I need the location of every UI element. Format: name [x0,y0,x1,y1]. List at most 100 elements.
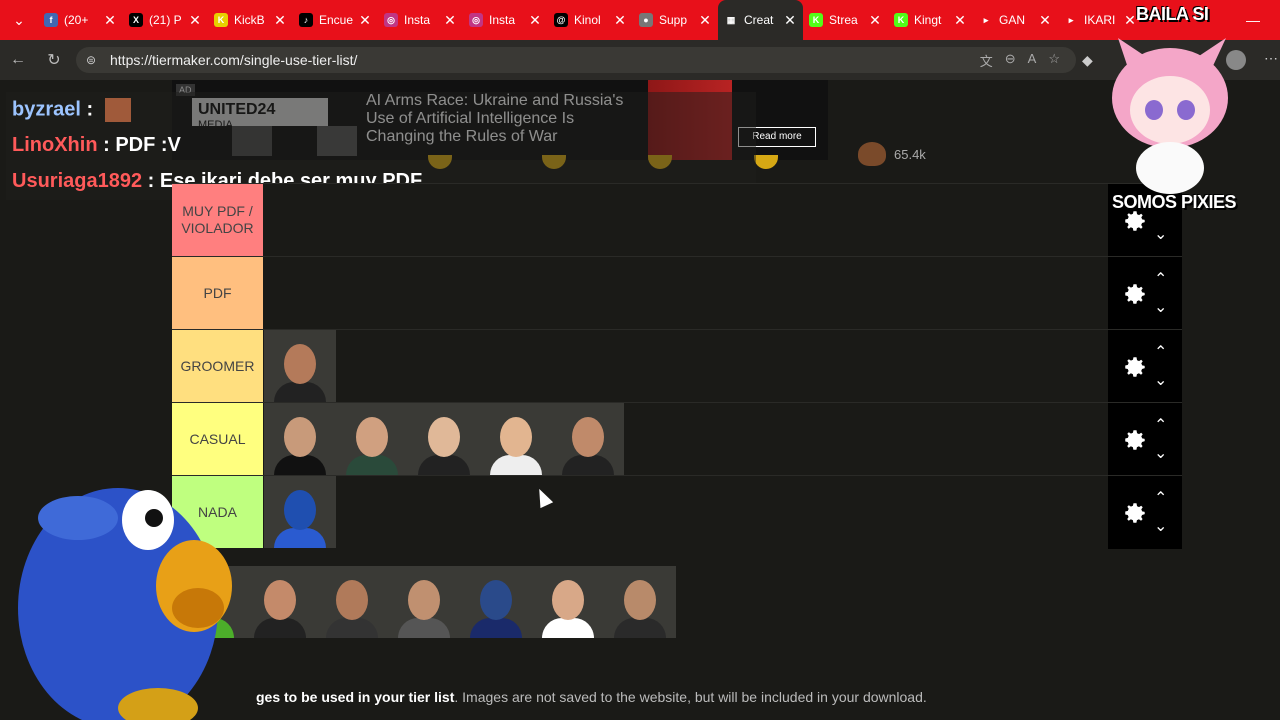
site-info-icon[interactable]: ⊜ [86,53,100,67]
tab-title: KickB [234,13,265,27]
tier-item-image[interactable] [264,476,336,548]
browser-tab[interactable]: f (20+ ✕ [38,0,123,40]
tier-item-image[interactable] [264,403,336,475]
browser-tab[interactable]: X (21) P ✕ [123,0,208,40]
tier-item-image[interactable] [480,403,552,475]
tab-favicon-icon: K [894,13,908,27]
move-down-chevron-icon[interactable]: ⌄ [1154,443,1167,463]
tab-title: Kinol [574,13,601,27]
browser-tab[interactable]: ▦ Creat ✕ [718,0,803,40]
move-up-chevron-icon[interactable]: ⌃ [1154,269,1167,289]
browser-tab[interactable]: ◎ Insta ✕ [378,0,463,40]
move-up-chevron-icon[interactable]: ⌃ [1154,342,1167,362]
tab-close-icon[interactable]: ✕ [868,12,882,29]
tab-close-icon[interactable]: ✕ [1123,12,1137,29]
more-menu-icon[interactable]: ⋯ [1264,50,1278,67]
tab-title: Supp [659,13,688,27]
browser-tab[interactable]: ▸ GAN ✕ [973,0,1058,40]
tier-item-image[interactable] [408,403,480,475]
url-input[interactable]: ⊜ https://tiermaker.com/single-use-tier-… [76,47,1076,73]
tier-item-image[interactable] [336,403,408,475]
tab-favicon-icon: ◎ [469,13,483,27]
chat-message: byzrael : [12,98,131,122]
unranked-image[interactable] [388,566,460,638]
tab-favicon-icon: ● [639,13,653,27]
move-down-chevron-icon[interactable]: ⌄ [1154,516,1167,536]
tab-favicon-icon: ▸ [979,13,993,27]
chat-username[interactable]: LinoXhin [12,134,98,156]
tab-title: (20+ [64,13,89,27]
tab-close-icon[interactable]: ✕ [103,12,117,29]
chat-username[interactable]: byzrael [12,98,81,120]
tab-title: Kingt [914,13,942,27]
unranked-image[interactable] [604,566,676,638]
tab-search-button[interactable]: ⌄ [0,0,38,40]
gear-icon[interactable] [1122,500,1148,526]
move-down-chevron-icon[interactable]: ⌄ [1154,224,1167,244]
tier-label[interactable]: MUY PDF / VIOLADOR [172,184,263,256]
tab-favicon-icon: X [129,13,143,27]
chat-separator: : [142,170,160,192]
tab-favicon-icon: ▦ [724,13,738,27]
chat-message: LinoXhin : PDF :V [12,134,181,157]
tab-close-icon[interactable]: ✕ [528,12,542,29]
tab-favicon-icon: K [214,13,228,27]
blue-bird-sticker [18,488,232,720]
tier-controls: ⌃ ⌄ [1108,476,1182,549]
tab-favicon-icon: @ [554,13,568,27]
browser-tab[interactable]: ● Supp ✕ [633,0,718,40]
tier-items[interactable] [264,476,336,548]
tier-row: PDF ⌃ ⌄ [172,256,1182,330]
tab-close-icon[interactable]: ✕ [613,12,627,29]
tab-close-icon[interactable]: ✕ [188,12,202,29]
anime-girl-sticker [1112,38,1228,194]
move-up-chevron-icon[interactable]: ⌃ [1154,415,1167,435]
tier-items[interactable] [264,403,624,475]
favorite-star-icon[interactable]: ☆ [1048,51,1060,70]
zoom-icon[interactable]: ⊖ [1005,51,1016,70]
reaction-stats[interactable]: 65.4k [858,142,926,166]
browser-tab[interactable]: ◎ Insta ✕ [463,0,548,40]
gear-icon[interactable] [1122,427,1148,453]
tab-title: IKARI [1084,13,1116,27]
browser-tab[interactable]: @ Kinol ✕ [548,0,633,40]
browser-tab[interactable]: K KickB ✕ [208,0,293,40]
tab-close-icon[interactable]: ✕ [443,12,457,29]
browser-tab[interactable]: ♪ Encue ✕ [293,0,378,40]
tab-favicon-icon: ◎ [384,13,398,27]
address-bar: ← ↻ ⊜ https://tiermaker.com/single-use-t… [0,40,1280,80]
unranked-image[interactable] [316,566,388,638]
move-down-chevron-icon[interactable]: ⌄ [1154,297,1167,317]
chat-username[interactable]: Usuriaga1892 [12,170,142,192]
tier-item-image[interactable] [552,403,624,475]
tier-row: NADA ⌃ ⌄ [172,475,1182,549]
translate-icon[interactable]: 文 [980,51,993,70]
chat-separator: : [80,98,99,121]
extension-icon[interactable]: ◆ [1082,52,1093,69]
unranked-image[interactable] [532,566,604,638]
read-aloud-icon[interactable]: A [1028,51,1037,70]
tab-close-icon[interactable]: ✕ [358,12,372,29]
back-button[interactable]: ← [0,51,36,69]
minimize-button[interactable]: — [1246,12,1260,28]
tab-close-icon[interactable]: ✕ [698,12,712,29]
tier-controls: ⌃ ⌄ [1108,403,1182,476]
browser-tab[interactable]: K Kingt ✕ [888,0,973,40]
tier-controls: ⌃ ⌄ [1108,330,1182,403]
tab-close-icon[interactable]: ✕ [953,12,967,29]
tab-close-icon[interactable]: ✕ [273,12,287,29]
unranked-image[interactable] [460,566,532,638]
reload-button[interactable]: ↻ [36,50,72,70]
tier-items[interactable] [264,330,336,402]
move-up-chevron-icon[interactable]: ⌃ [1154,488,1167,508]
tab-close-icon[interactable]: ✕ [783,12,797,29]
gear-icon[interactable] [1122,281,1148,307]
tab-close-icon[interactable]: ✕ [1038,12,1052,29]
tier-item-image[interactable] [264,330,336,402]
tier-label[interactable]: PDF [172,257,263,329]
move-down-chevron-icon[interactable]: ⌄ [1154,370,1167,390]
browser-tab[interactable]: K Strea ✕ [803,0,888,40]
overlay-caption-bottom: SOMOS PIXIES [1112,192,1237,212]
gear-icon[interactable] [1122,354,1148,380]
tier-label[interactable]: GROOMER [172,330,263,402]
